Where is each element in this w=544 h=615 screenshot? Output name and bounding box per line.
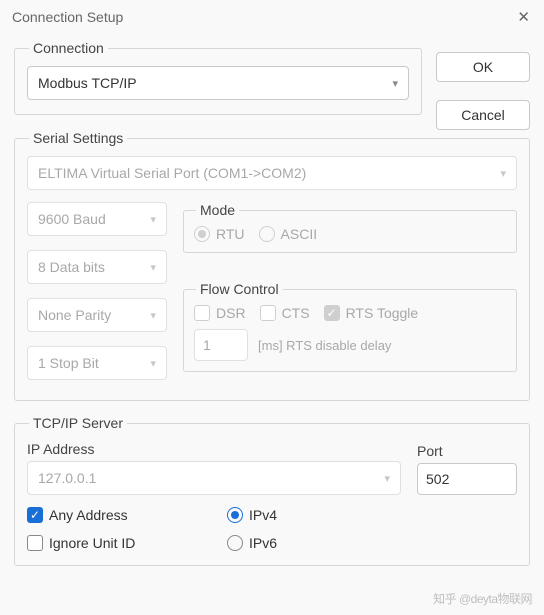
serial-port-value: ELTIMA Virtual Serial Port (COM1->COM2) (38, 165, 306, 181)
checkbox-icon (27, 535, 43, 551)
dsr-check: DSR (194, 305, 246, 321)
cts-check: CTS (260, 305, 310, 321)
chevron-down-icon: ▾ (150, 213, 156, 226)
connection-group: Connection Modbus TCP/IP ▾ (14, 40, 422, 115)
tcp-ip-server-group: TCP/IP Server IP Address 127.0.0.1 ▾ Por… (14, 415, 530, 566)
dsr-label: DSR (216, 305, 246, 321)
window-title: Connection Setup (12, 9, 123, 25)
ipv4-radio[interactable]: IPv4 (227, 507, 517, 523)
cts-label: CTS (282, 305, 310, 321)
cancel-button[interactable]: Cancel (436, 100, 530, 130)
checkbox-icon: ✓ (324, 305, 340, 321)
radio-icon (259, 226, 275, 242)
checkbox-icon (194, 305, 210, 321)
mode-legend: Mode (196, 202, 239, 218)
any-address-label: Any Address (49, 507, 128, 523)
mode-ascii-label: ASCII (281, 226, 318, 242)
rts-label: RTS Toggle (346, 305, 419, 321)
any-address-check[interactable]: ✓ Any Address (27, 507, 227, 523)
ipv4-label: IPv4 (249, 507, 277, 523)
close-icon[interactable]: ✕ (517, 8, 530, 26)
watermark-text: 知乎 @deyta物联网 (433, 590, 532, 607)
mode-rtu-radio: RTU (194, 226, 245, 242)
mode-group: Mode RTU ASCII (183, 202, 517, 253)
radio-icon (194, 226, 210, 242)
checkbox-icon: ✓ (27, 507, 43, 523)
connection-value: Modbus TCP/IP (38, 75, 137, 91)
serial-legend: Serial Settings (29, 130, 127, 146)
connection-select[interactable]: Modbus TCP/IP ▾ (27, 66, 409, 100)
chevron-down-icon: ▾ (150, 261, 156, 274)
databits-select: 8 Data bits ▾ (27, 250, 167, 284)
serial-port-select: ELTIMA Virtual Serial Port (COM1->COM2) … (27, 156, 517, 190)
chevron-down-icon: ▾ (150, 357, 156, 370)
ok-button[interactable]: OK (436, 52, 530, 82)
ip-address-select: 127.0.0.1 ▾ (27, 461, 401, 495)
chevron-down-icon: ▾ (500, 167, 506, 180)
ipv6-label: IPv6 (249, 535, 277, 551)
tcp-legend: TCP/IP Server (29, 415, 127, 431)
databits-value: 8 Data bits (38, 259, 105, 275)
chevron-down-icon: ▾ (150, 309, 156, 322)
serial-settings-group: Serial Settings ELTIMA Virtual Serial Po… (14, 130, 530, 401)
ip-address-label: IP Address (27, 441, 401, 457)
ip-address-value: 127.0.0.1 (38, 470, 96, 486)
chevron-down-icon: ▾ (392, 77, 398, 90)
rts-delay-input (194, 329, 248, 361)
radio-icon (227, 535, 243, 551)
stopbit-value: 1 Stop Bit (38, 355, 99, 371)
radio-icon (227, 507, 243, 523)
baud-select: 9600 Baud ▾ (27, 202, 167, 236)
port-input[interactable] (417, 463, 517, 495)
flow-legend: Flow Control (196, 281, 283, 297)
parity-value: None Parity (38, 307, 111, 323)
checkbox-icon (260, 305, 276, 321)
rts-delay-label: [ms] RTS disable delay (258, 338, 391, 353)
mode-rtu-label: RTU (216, 226, 245, 242)
stopbit-select: 1 Stop Bit ▾ (27, 346, 167, 380)
ipv6-radio[interactable]: IPv6 (227, 535, 517, 551)
ignore-unit-id-check[interactable]: Ignore Unit ID (27, 535, 227, 551)
rts-toggle-check: ✓ RTS Toggle (324, 305, 419, 321)
flow-control-group: Flow Control DSR CTS ✓ (183, 281, 517, 372)
ignore-unit-id-label: Ignore Unit ID (49, 535, 135, 551)
port-label: Port (417, 443, 517, 459)
chevron-down-icon: ▾ (384, 472, 390, 485)
baud-value: 9600 Baud (38, 211, 106, 227)
connection-legend: Connection (29, 40, 108, 56)
parity-select: None Parity ▾ (27, 298, 167, 332)
mode-ascii-radio: ASCII (259, 226, 318, 242)
